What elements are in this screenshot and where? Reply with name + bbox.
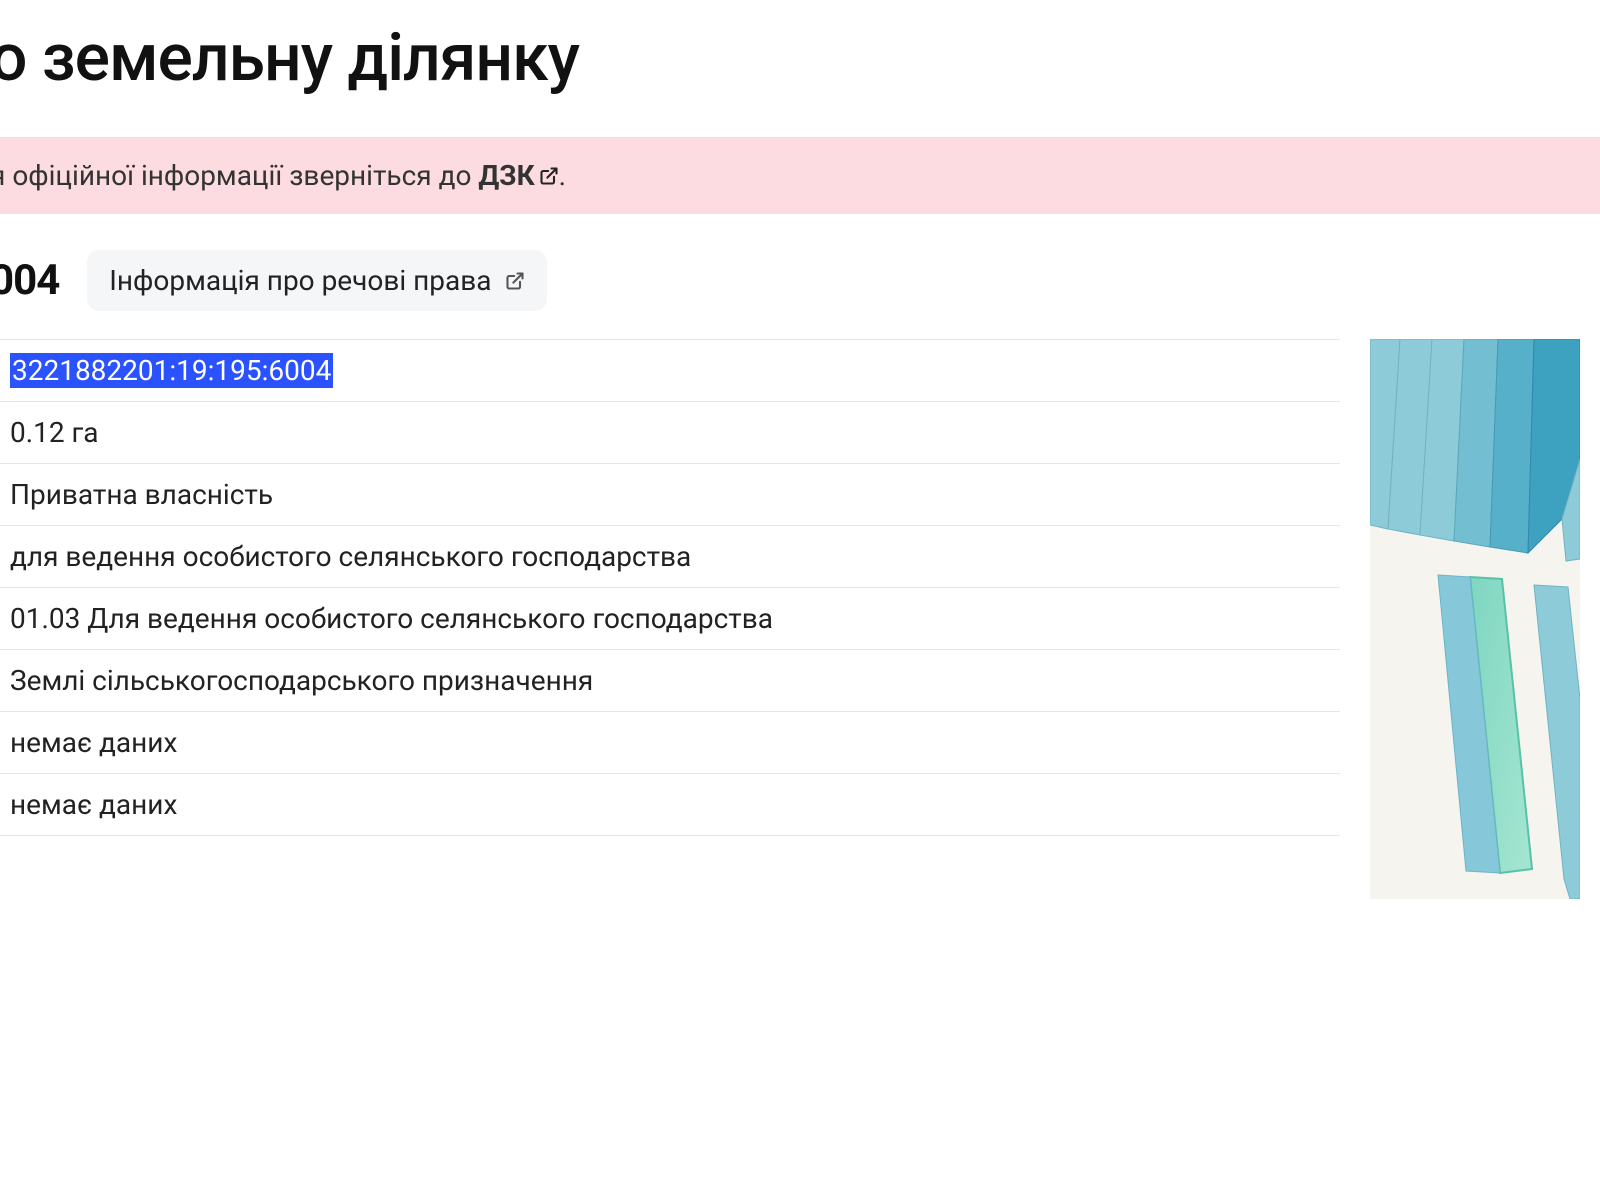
ownership-value: Приватна власність (0, 464, 1340, 526)
notice-text-prefix: я офіційної інформації зверніться до (0, 159, 478, 192)
cadastral-number[interactable]: 3221882201:19:195:6004 (10, 353, 333, 388)
parcel-map-thumbnail[interactable] (1370, 339, 1580, 899)
nodata-value: немає даних (0, 774, 1340, 836)
page-title: о земельну ділянку (0, 0, 1600, 137)
table-row: Землі сільськогосподарського призначення (0, 650, 1340, 712)
table-row: для ведення особистого селянського госпо… (0, 526, 1340, 588)
table-row: 3221882201:19:195:6004 (0, 340, 1340, 402)
parcel-id-fragment: 004 (0, 256, 59, 305)
table-row: немає даних (0, 712, 1340, 774)
property-rights-button[interactable]: Інформація про речові права (87, 250, 547, 311)
parcel-info-table: 3221882201:19:195:6004 0.12 га Приватна … (0, 339, 1340, 836)
purpose-code-value: 01.03 Для ведення особистого селянського… (0, 588, 1340, 650)
notice-banner: я офіційної інформації зверніться до ДЗК… (0, 137, 1600, 214)
external-link-icon (505, 271, 525, 291)
table-row: 0.12 га (0, 402, 1340, 464)
table-row: Приватна власність (0, 464, 1340, 526)
land-category-value: Землі сільськогосподарського призначення (0, 650, 1340, 712)
nodata-value: немає даних (0, 712, 1340, 774)
notice-text-suffix: . (559, 159, 566, 192)
table-row: 01.03 Для ведення особистого селянського… (0, 588, 1340, 650)
purpose-value: для ведення особистого селянського госпо… (0, 526, 1340, 588)
area-value: 0.12 га (0, 402, 1340, 464)
notice-link[interactable]: ДЗК (478, 159, 534, 192)
external-link-icon (539, 166, 559, 186)
table-row: немає даних (0, 774, 1340, 836)
property-rights-label: Інформація про речові права (109, 264, 491, 297)
